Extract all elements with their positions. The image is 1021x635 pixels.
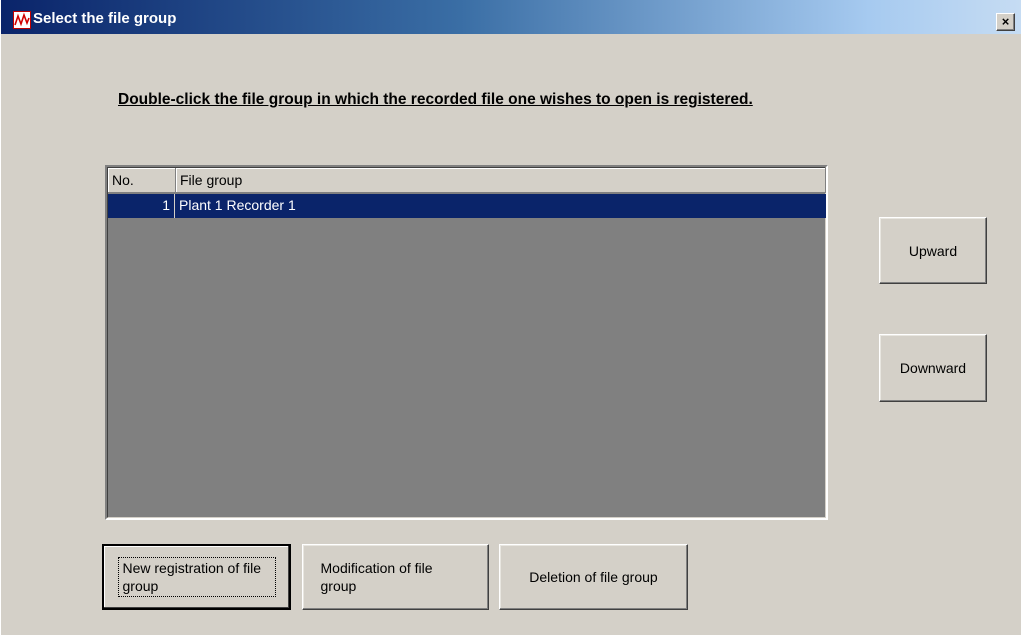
chart-trend-icon <box>13 11 31 29</box>
deletion-button[interactable]: Deletion of file group <box>499 544 688 610</box>
column-header-file-group[interactable]: File group <box>176 168 826 193</box>
modification-button[interactable]: Modification of file group <box>302 544 489 610</box>
list-inner-frame: No. File group 1 Plant 1 Recorder 1 <box>107 167 826 518</box>
file-group-list[interactable]: No. File group 1 Plant 1 Recorder 1 <box>105 165 828 520</box>
dialog-window: Select the file group × Double-click the… <box>0 0 1021 635</box>
new-registration-button[interactable]: New registration of file group <box>102 544 291 610</box>
downward-button[interactable]: Downward <box>879 334 987 402</box>
list-header: No. File group <box>108 168 826 193</box>
upward-button-label: Upward <box>908 242 958 259</box>
column-header-no[interactable]: No. <box>108 168 176 193</box>
instruction-text: Double-click the file group in which the… <box>118 91 753 108</box>
window-title: Select the file group <box>33 10 177 27</box>
downward-button-label: Downward <box>899 360 967 376</box>
deletion-button-label: Deletion of file group <box>529 569 658 585</box>
row-file-group-name: Plant 1 Recorder 1 <box>179 197 296 213</box>
close-icon: × <box>1001 14 1010 29</box>
modification-button-label: Modification of file group <box>320 560 433 594</box>
upward-button[interactable]: Upward <box>879 217 987 284</box>
title-bar[interactable]: Select the file group × <box>1 0 1021 34</box>
focus-rectangle: New registration of file group <box>117 557 276 597</box>
close-button[interactable]: × <box>996 13 1015 31</box>
new-registration-button-label: New registration of file group <box>122 560 262 594</box>
row-number: 1 <box>108 194 175 218</box>
table-row[interactable]: 1 Plant 1 Recorder 1 <box>108 194 826 218</box>
